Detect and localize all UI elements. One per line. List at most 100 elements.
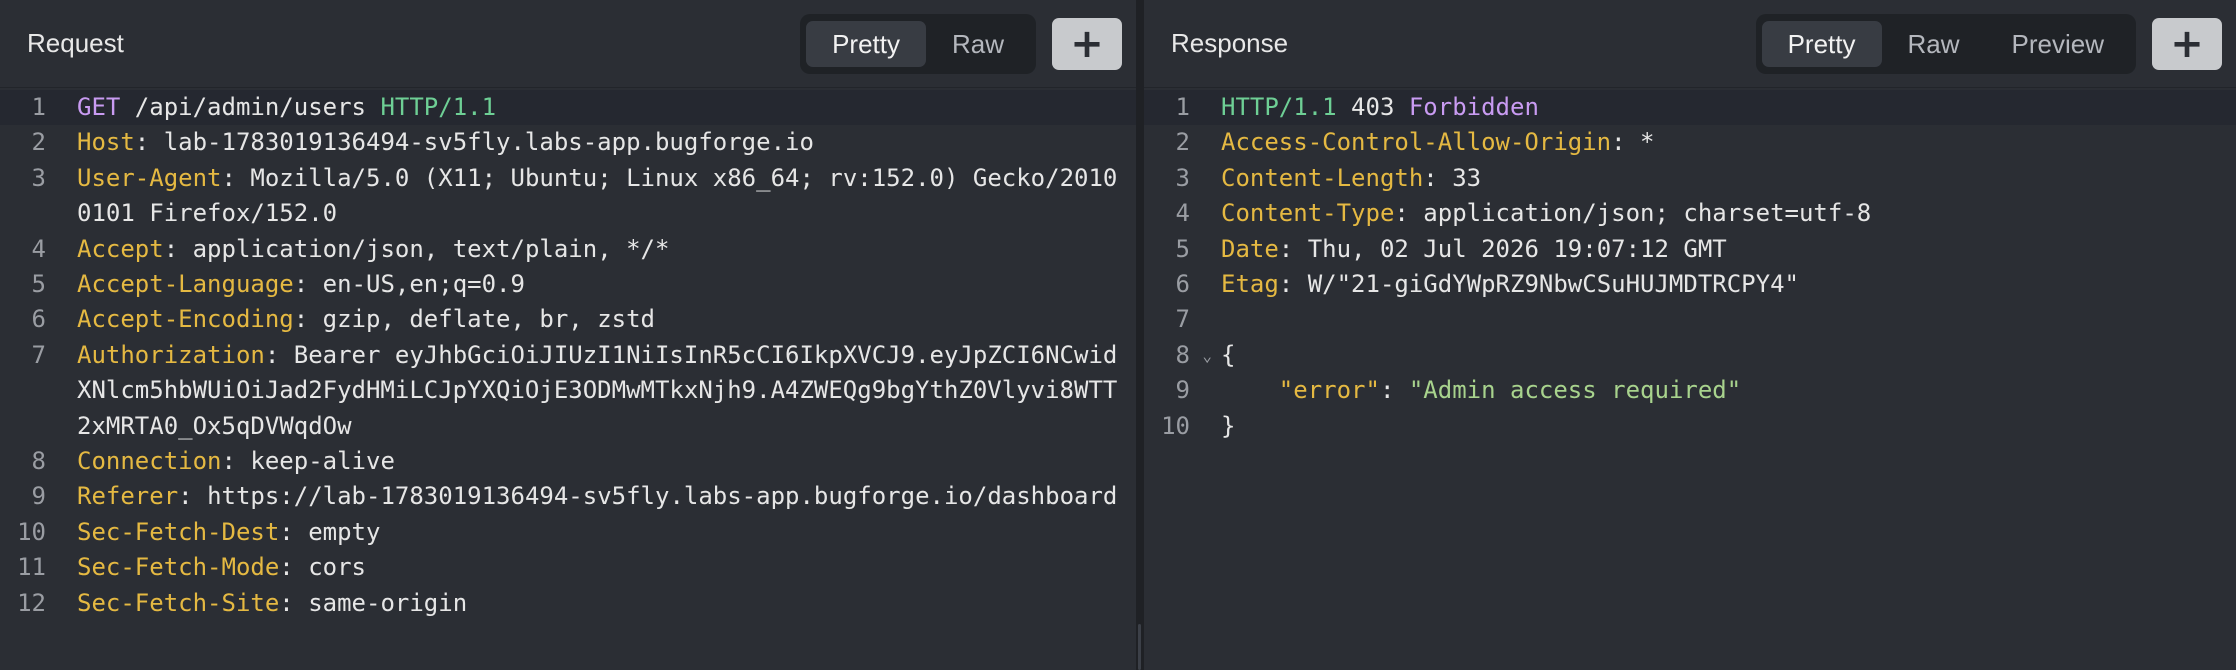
request-header-line: 4 Accept: application/json, text/plain, … xyxy=(0,232,1136,267)
response-blank-line: 7 xyxy=(1144,302,2236,337)
header-row: User-Agent: Mozilla/5.0 (X11; Ubuntu; Li… xyxy=(46,161,1136,232)
json-colon: : xyxy=(1379,376,1409,405)
header-name: Content-Length xyxy=(1221,163,1424,192)
http-method: GET xyxy=(77,93,121,121)
json-key: "error" xyxy=(1278,376,1380,405)
header-name: Accept-Language xyxy=(77,270,294,299)
header-name: Etag xyxy=(1221,270,1279,299)
request-header-line: 9 Referer: https://lab-1783019136494-sv5… xyxy=(0,479,1136,514)
request-header-line: 3 User-Agent: Mozilla/5.0 (X11; Ubuntu; … xyxy=(0,161,1136,232)
header-sep: : xyxy=(178,482,208,511)
line-number: 4 xyxy=(31,234,46,263)
header-row: Sec-Fetch-Dest: empty xyxy=(46,515,1136,550)
line-number: 10 xyxy=(1161,411,1190,440)
response-header-line: 5 Date: Thu, 02 Jul 2026 19:07:12 GMT xyxy=(1144,232,2236,267)
request-path: /api/admin/users xyxy=(120,93,381,121)
header-name: Sec-Fetch-Dest xyxy=(77,517,280,546)
header-name: Sec-Fetch-Site xyxy=(77,588,280,617)
header-value: 33 xyxy=(1452,163,1482,192)
response-view-toggle: Pretty Raw Preview xyxy=(1755,13,2136,74)
header-sep: : xyxy=(221,447,251,476)
line-number: 1 xyxy=(1175,93,1190,121)
http-protocol: HTTP/1.1 xyxy=(380,93,497,121)
header-name: Authorization xyxy=(77,340,265,369)
request-header-line: 6 Accept-Encoding: gzip, deflate, br, zs… xyxy=(0,302,1136,337)
line-number: 2 xyxy=(1175,128,1190,157)
request-view-toggle: Pretty Raw xyxy=(800,13,1036,74)
response-line-1: 1 HTTP/1.1 403 Forbidden xyxy=(1144,90,2236,126)
request-header: Request Pretty Raw + xyxy=(0,0,1136,88)
json-entry: "error": "Admin access required" xyxy=(1190,373,2236,408)
header-row: Access-Control-Allow-Origin: * xyxy=(1190,125,2236,160)
request-line-1: 1 GET /api/admin/users HTTP/1.1 xyxy=(0,90,1136,126)
line-number: 4 xyxy=(1175,199,1190,228)
header-row: Connection: keep-alive xyxy=(46,444,1136,479)
response-tab-preview[interactable]: Preview xyxy=(1986,21,2130,67)
line-number: 3 xyxy=(31,163,46,192)
response-title: Response xyxy=(1171,28,1289,58)
plus-icon: + xyxy=(1070,20,1104,67)
line-number: 3 xyxy=(1175,163,1190,192)
request-title: Request xyxy=(27,28,124,58)
header-name: User-Agent xyxy=(77,163,222,192)
scrollbar-thumb[interactable] xyxy=(1138,624,1141,670)
response-tab-pretty[interactable]: Pretty xyxy=(1761,20,1882,67)
response-controls: Pretty Raw Preview + xyxy=(1755,13,2222,74)
header-name: Access-Control-Allow-Origin xyxy=(1221,128,1612,157)
status-code: 403 xyxy=(1336,93,1409,121)
header-sep: : xyxy=(293,270,323,299)
header-name: Date xyxy=(1221,234,1279,263)
line-number: 6 xyxy=(31,305,46,334)
line-number: 9 xyxy=(1175,376,1190,405)
header-value: en-US,en;q=0.9 xyxy=(322,270,525,299)
line-number: 5 xyxy=(31,270,46,299)
response-editor[interactable]: 1 HTTP/1.1 403 Forbidden 2 Access-Contro… xyxy=(1144,88,2236,444)
request-pane: Request Pretty Raw + 1 GET /api/admin/us… xyxy=(0,0,1136,670)
header-row: Accept-Encoding: gzip, deflate, br, zstd xyxy=(46,302,1136,337)
header-name: Sec-Fetch-Mode xyxy=(77,553,280,582)
http-protocol: HTTP/1.1 xyxy=(1221,93,1337,121)
response-add-button[interactable]: + xyxy=(2152,17,2222,70)
header-sep: : xyxy=(1611,128,1641,157)
header-value: cors xyxy=(308,553,366,582)
plus-icon: + xyxy=(2170,20,2204,67)
request-header-line: 10 Sec-Fetch-Dest: empty xyxy=(0,515,1136,550)
request-tab-pretty[interactable]: Pretty xyxy=(806,20,926,67)
response-body-entry: 9 "error": "Admin access required" xyxy=(1144,373,2236,408)
response-tab-raw[interactable]: Raw xyxy=(1882,21,1986,67)
line-number: 1 xyxy=(31,93,46,121)
json-open-brace: { xyxy=(1221,340,1236,369)
header-name: Content-Type xyxy=(1221,199,1395,228)
line-number: 8 xyxy=(31,447,46,476)
response-pane: Response Pretty Raw Preview + 1 HTTP/1.1… xyxy=(1144,0,2236,670)
pane-divider[interactable] xyxy=(1136,0,1144,670)
request-editor[interactable]: 1 GET /api/admin/users HTTP/1.1 2 Host: … xyxy=(0,88,1136,621)
header-name: Referer xyxy=(77,482,179,511)
header-row: Sec-Fetch-Site: same-origin xyxy=(46,586,1136,621)
request-add-button[interactable]: + xyxy=(1052,17,1122,70)
response-header-line: 2 Access-Control-Allow-Origin: * xyxy=(1144,125,2236,160)
header-sep: : xyxy=(279,517,309,546)
request-header-line: 5 Accept-Language: en-US,en;q=0.9 xyxy=(0,267,1136,302)
header-sep: : xyxy=(163,234,193,263)
header-sep: : xyxy=(221,163,251,192)
line-number: 6 xyxy=(1175,270,1190,299)
header-value: W/"21-giGdYWpRZ9NbwCSuHUJMDTRCPY4" xyxy=(1307,270,1799,299)
header-name: Accept xyxy=(77,234,164,263)
header-value: application/json; charset=utf-8 xyxy=(1423,199,1872,228)
fold-chevron-icon[interactable]: ⌄ xyxy=(1202,338,1212,373)
header-row: Referer: https://lab-1783019136494-sv5fl… xyxy=(46,479,1136,514)
response-body-close: 10 } xyxy=(1144,409,2236,444)
header-value: gzip, deflate, br, zstd xyxy=(322,305,655,334)
line-number: 12 xyxy=(17,588,46,617)
header-value: https://lab-1783019136494-sv5fly.labs-ap… xyxy=(207,482,1118,511)
status-text: Forbidden xyxy=(1408,93,1539,121)
request-header-line: 12 Sec-Fetch-Site: same-origin xyxy=(0,586,1136,621)
header-sep: : xyxy=(1423,163,1453,192)
header-value: * xyxy=(1640,128,1655,157)
request-tab-raw[interactable]: Raw xyxy=(926,21,1030,67)
split-view: Request Pretty Raw + 1 GET /api/admin/us… xyxy=(0,0,2236,670)
header-row: Host: lab-1783019136494-sv5fly.labs-app.… xyxy=(46,125,1136,160)
header-value: Thu, 02 Jul 2026 19:07:12 GMT xyxy=(1307,234,1727,263)
header-sep: : xyxy=(279,588,309,617)
